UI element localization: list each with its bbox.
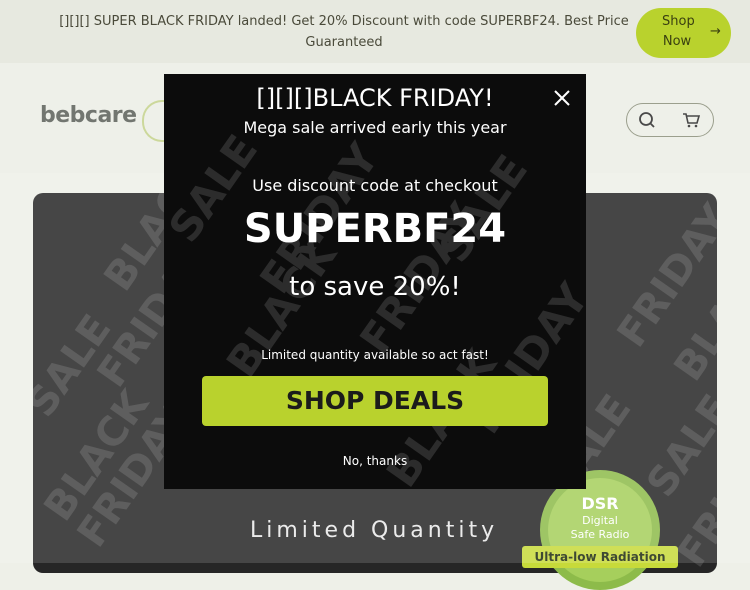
modal-subtitle: Mega sale arrived early this year — [243, 118, 507, 137]
no-thanks-link[interactable]: No, thanks — [164, 454, 586, 468]
promo-modal: SALE BLACK FRIDAY FRIDAY SALE FRIDAY BLA… — [164, 74, 586, 489]
arrow-right-icon: → — [710, 24, 721, 39]
modal-use-code-text: Use discount code at checkout — [252, 176, 498, 195]
announcement-text: [][][] SUPER BLACK FRIDAY landed! Get 20… — [59, 14, 629, 50]
modal-title: [][][]BLACK FRIDAY! — [256, 84, 494, 112]
modal-limited-note: Limited quantity available so act fast! — [261, 348, 489, 362]
close-icon[interactable] — [552, 88, 572, 108]
shop-now-button[interactable]: Shop Now → — [636, 8, 731, 58]
modal-save-text: to save 20%! — [289, 272, 461, 302]
discount-code: SUPERBF24 — [243, 206, 507, 252]
shop-now-label: Shop Now — [662, 14, 695, 49]
announcement-banner: [][][] SUPER BLACK FRIDAY landed! Get 20… — [0, 0, 750, 63]
shop-deals-button[interactable]: SHOP DEALS — [202, 376, 548, 426]
